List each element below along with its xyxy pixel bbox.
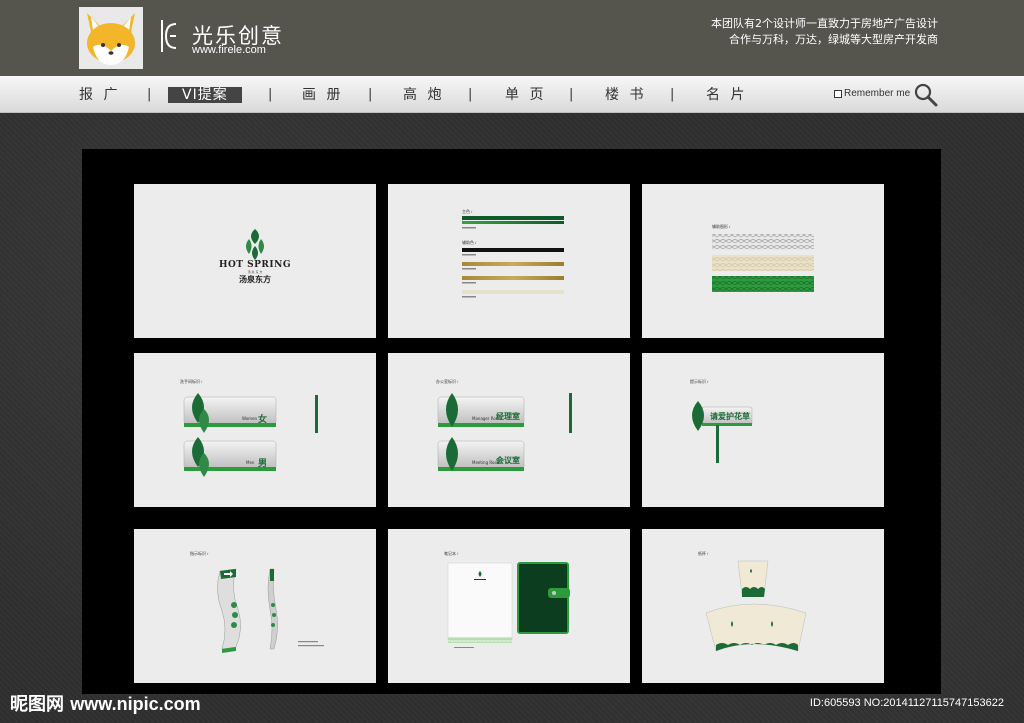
logo-title-cn: 汤泉东方 [239, 274, 271, 284]
remember-me-label: Remember me [844, 88, 911, 99]
remember-me[interactable]: Remember me [834, 88, 910, 99]
nipic-watermark: 昵图网 www.nipic.com [10, 690, 201, 716]
brand-url[interactable]: www.firele.com [192, 44, 266, 56]
vi-card-office-signs[interactable]: 办公室标识 / Manager Room 经理室 Meeting Room 会议… [388, 353, 630, 507]
nav-item-gaopao[interactable]: 高 炮 [403, 87, 444, 103]
vi-card-paper-cup[interactable]: 纸杯 / [642, 529, 884, 683]
vi-board: HOT SPRING 汤 泉 东 方 汤泉东方 主色 / 辅助色 / 辅助图形 … [82, 149, 941, 694]
vi-card-lawn-sign[interactable]: 提示标识 / 请爱护花草 [642, 353, 884, 507]
vi-card-colors[interactable]: 主色 / 辅助色 / [388, 184, 630, 338]
aux-color-label: 辅助色 / [462, 240, 477, 245]
nav-item-danye[interactable]: 单 页 [505, 87, 546, 103]
nav-separator: | [268, 87, 273, 102]
tagline: 本团队有2个设计师一直致力于房地产广告设计 合作与万科，万达，绿城等大型房产开发… [711, 16, 938, 48]
vi-card-logo[interactable]: HOT SPRING 汤 泉 东 方 汤泉东方 [134, 184, 376, 338]
image-id: ID:605593 NO:20141127115747153622 [809, 697, 1004, 709]
vi-card-notebook[interactable]: 笔记本 / [388, 529, 630, 683]
site-header: 光乐创意 www.firele.com 本团队有2个设计师一直致力于房地产广告设… [0, 0, 1024, 76]
lawn-sign-text: 请爱护花草 [710, 411, 750, 421]
logo-title-en: HOT SPRING [218, 260, 292, 270]
nav-separator: | [569, 87, 574, 102]
nav-item-baoguang[interactable]: 报 广 [79, 87, 120, 103]
men-sign-cn: 男 [258, 459, 268, 469]
vi-card-direction-signs[interactable]: 指示标识 / [134, 529, 376, 683]
vi-card-patterns[interactable]: 辅助图形 / [642, 184, 884, 338]
meeting-room-cn: 会议室 [496, 455, 520, 465]
manager-room-cn: 经理室 [496, 411, 520, 421]
women-sign-cn: 女 [258, 415, 268, 425]
search-icon[interactable] [913, 82, 939, 108]
women-sign-en: Women [242, 416, 258, 421]
men-sign-en: Men [246, 460, 255, 465]
nav-separator: | [368, 87, 373, 102]
nipic-watermark-url: www.nipic.com [70, 694, 201, 714]
nav-separator: | [670, 87, 675, 102]
fox-logo[interactable] [79, 7, 143, 69]
vi-card-restroom-signs[interactable]: 洗手间标识 / Women 女 Men 男 [134, 353, 376, 507]
nipic-watermark-cn: 昵图网 [10, 694, 64, 715]
remember-me-checkbox[interactable] [834, 89, 842, 98]
nav-item-mingpian[interactable]: 名 片 [706, 87, 747, 103]
nav-separator: | [468, 87, 473, 102]
nav-item-huace[interactable]: 画 册 [302, 87, 343, 103]
main-nav: 报 广 | VI提案 | 画 册 | 高 炮 | 单 页 | 楼 书 | 名 片… [0, 76, 1024, 113]
tagline-line2: 合作与万科，万达，绿城等大型房产开发商 [729, 33, 938, 46]
tagline-line1: 本团队有2个设计师一直致力于房地产广告设计 [711, 17, 938, 30]
brand-mark-icon [161, 20, 177, 52]
nav-item-loushu[interactable]: 楼 书 [605, 87, 646, 103]
nav-separator: | [147, 87, 152, 102]
nav-item-vi-proposal[interactable]: VI提案 [168, 87, 242, 103]
